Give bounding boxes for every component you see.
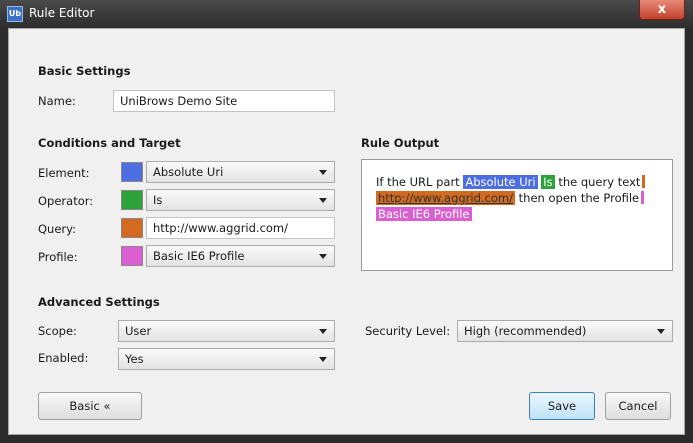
basic-settings-heading: Basic Settings xyxy=(38,64,131,78)
dialog-body: Basic Settings Name: UniBrows Demo Site … xyxy=(8,28,685,435)
scope-select[interactable]: User xyxy=(118,320,335,342)
operator-select-value: Is xyxy=(153,193,163,207)
security-level-label: Security Level: xyxy=(365,324,451,338)
element-select-value: Absolute Uri xyxy=(153,165,224,179)
output-text-2: the query text xyxy=(558,175,641,189)
query-label: Query: xyxy=(38,222,76,236)
profile-marker xyxy=(641,191,645,204)
query-marker xyxy=(642,175,646,188)
enabled-select[interactable]: Yes xyxy=(118,348,335,370)
name-label: Name: xyxy=(38,94,76,108)
enabled-select-value: Yes xyxy=(125,352,144,366)
app-icon: Ub xyxy=(7,6,23,22)
window-title: Rule Editor xyxy=(29,6,95,20)
title-bar[interactable]: Ub Rule Editor x xyxy=(0,0,693,28)
advanced-settings-heading: Advanced Settings xyxy=(38,295,160,309)
output-text-1: If the URL part xyxy=(376,175,460,189)
name-input[interactable]: UniBrows Demo Site xyxy=(113,90,335,112)
output-element-highlight: Absolute Uri xyxy=(463,175,538,189)
operator-label: Operator: xyxy=(38,194,94,208)
rule-editor-window: Ub Rule Editor x Basic Settings Name: Un… xyxy=(0,0,693,443)
chevron-down-icon xyxy=(319,254,327,259)
chevron-down-icon xyxy=(319,198,327,203)
operator-color-swatch[interactable] xyxy=(121,190,143,210)
operator-select[interactable]: Is xyxy=(146,189,335,211)
rule-output-panel: If the URL part Absolute Uri Is the quer… xyxy=(361,159,673,271)
element-label: Element: xyxy=(38,166,90,180)
element-color-swatch[interactable] xyxy=(121,162,143,182)
basic-toggle-button[interactable]: Basic « xyxy=(38,392,142,420)
profile-label: Profile: xyxy=(38,250,78,264)
output-text-3: then open the Profile xyxy=(518,191,640,205)
chevron-down-icon xyxy=(319,329,327,334)
save-button[interactable]: Save xyxy=(529,392,595,420)
cancel-button[interactable]: Cancel xyxy=(605,392,671,420)
chevron-down-icon xyxy=(657,329,665,334)
rule-output-heading: Rule Output xyxy=(361,136,440,150)
query-color-swatch[interactable] xyxy=(121,218,143,238)
profile-select-value: Basic IE6 Profile xyxy=(153,249,245,263)
profile-color-swatch[interactable] xyxy=(121,246,143,266)
output-profile-highlight: Basic IE6 Profile xyxy=(376,207,472,221)
output-operator-highlight: Is xyxy=(541,175,555,189)
security-level-select-value: High (recommended) xyxy=(464,324,587,338)
security-level-select[interactable]: High (recommended) xyxy=(457,320,673,342)
output-query-highlight: http://www.aggrid.com/ xyxy=(376,191,516,205)
conditions-heading: Conditions and Target xyxy=(38,136,181,150)
query-input[interactable]: http://www.aggrid.com/ xyxy=(146,217,335,239)
element-select[interactable]: Absolute Uri xyxy=(146,161,335,183)
chevron-down-icon xyxy=(319,170,327,175)
chevron-down-icon xyxy=(319,357,327,362)
scope-label: Scope: xyxy=(38,324,77,338)
enabled-label: Enabled: xyxy=(38,351,89,365)
scope-select-value: User xyxy=(125,324,152,338)
profile-select[interactable]: Basic IE6 Profile xyxy=(146,245,335,267)
close-icon[interactable]: x xyxy=(639,0,685,20)
